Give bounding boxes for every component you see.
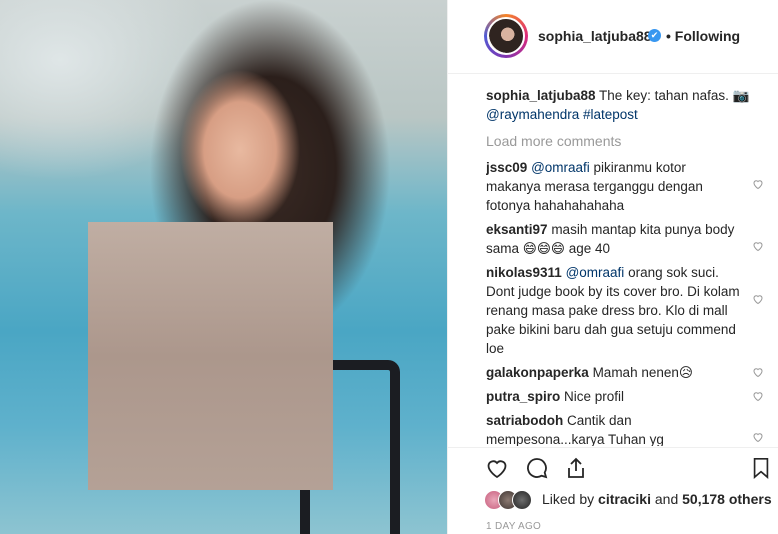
post-caption: sophia_latjuba88 The key: tahan nafas. 📷…: [486, 86, 776, 124]
divider: [448, 447, 778, 448]
censor-blur: [88, 222, 333, 490]
caption-hashtag[interactable]: #latepost: [579, 107, 638, 122]
caption-text: The key: tahan nafas. 📷: [595, 88, 750, 103]
share-icon[interactable]: [564, 456, 588, 480]
comment-item: putra_spiro Nice profil: [486, 387, 776, 406]
comment-username[interactable]: satriabodoh: [486, 413, 563, 428]
comment-username[interactable]: nikolas9311: [486, 265, 562, 280]
comment-item: jssc09 @omraafi pikiranmu kotor makanya …: [486, 158, 776, 215]
comment-mention[interactable]: @omraafi: [566, 265, 625, 280]
heart-icon[interactable]: [752, 240, 764, 252]
post-photo[interactable]: [0, 0, 447, 534]
comments-list: sophia_latjuba88 The key: tahan nafas. 📷…: [486, 86, 776, 446]
likes-user[interactable]: citraciki: [598, 491, 651, 507]
heart-icon[interactable]: [484, 456, 510, 480]
comment-item: galakonpaperka Mamah nenen😥: [486, 363, 776, 382]
comment-username[interactable]: eksanti97: [486, 222, 548, 237]
avatar: [487, 17, 525, 55]
comment-item: nikolas9311 @omraafi orang sok suci. Don…: [486, 263, 776, 358]
avatar: [512, 490, 532, 510]
following-button[interactable]: • Following: [666, 28, 740, 44]
caption-mention[interactable]: @raymahendra: [486, 107, 579, 122]
post-username[interactable]: sophia_latjuba88: [538, 28, 652, 44]
heart-icon[interactable]: [752, 431, 764, 443]
comment-text: Nice profil: [564, 389, 625, 404]
comment-mention[interactable]: @omraafi: [531, 160, 590, 175]
likes-summary[interactable]: Liked by citraciki and 50,178 others: [542, 491, 772, 507]
comment-text: Mamah nenen😥: [592, 365, 693, 380]
post-actions: [484, 456, 774, 482]
likes-count[interactable]: 50,178 others: [682, 491, 772, 507]
post-header: sophia_latjuba88 ✔ • Following: [448, 0, 778, 74]
heart-icon[interactable]: [752, 293, 764, 305]
post-timestamp[interactable]: 1 DAY AGO: [486, 521, 541, 532]
caption-username[interactable]: sophia_latjuba88: [486, 88, 596, 103]
likes-middle: and: [650, 491, 683, 507]
heart-icon[interactable]: [752, 178, 764, 190]
heart-icon[interactable]: [752, 366, 764, 378]
profile-avatar[interactable]: [484, 14, 528, 58]
load-more-comments[interactable]: Load more comments: [486, 132, 776, 151]
heart-icon[interactable]: [752, 390, 764, 402]
likes-prefix: Liked by: [542, 491, 599, 507]
comment-item: satriabodoh Cantik dan mempesona...karya…: [486, 411, 776, 446]
comment-icon[interactable]: [524, 456, 550, 480]
bookmark-icon[interactable]: [750, 456, 772, 480]
verified-icon: ✔: [648, 29, 661, 42]
comment-username[interactable]: jssc09: [486, 160, 527, 175]
comment-item: eksanti97 masih mantap kita punya body s…: [486, 220, 776, 258]
comment-username[interactable]: putra_spiro: [486, 389, 560, 404]
comment-username[interactable]: galakonpaperka: [486, 365, 589, 380]
post-sidebar: sophia_latjuba88 ✔ • Following sophia_la…: [448, 0, 778, 534]
